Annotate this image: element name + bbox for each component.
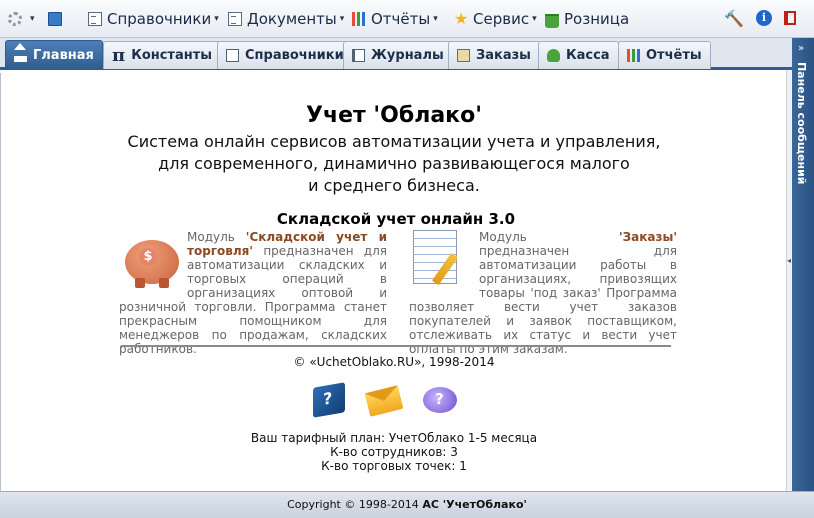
basket-icon	[545, 13, 559, 28]
message-panel[interactable]: » Панель сообщений	[792, 38, 814, 491]
module-prefix: Модуль	[479, 230, 619, 244]
menu-service-label: Сервис	[473, 10, 530, 28]
info-icon[interactable]: i	[756, 10, 772, 26]
tariff-plan: Ваш тарифный план: УчетОблако 1-5 месяца	[250, 431, 538, 445]
site-copyright: © «UchetOblako.RU», 1998-2014	[293, 355, 495, 369]
expand-icon[interactable]: »	[798, 43, 804, 54]
document-icon	[88, 12, 102, 26]
menu-bar: ▾ Справочники ▾ Документы ▾ Отчёты ▾ ★ С…	[0, 0, 814, 38]
gear-icon	[8, 12, 22, 26]
menu-service[interactable]: ★ Сервис ▾	[454, 8, 537, 30]
divider	[121, 345, 671, 347]
box-icon	[457, 49, 470, 62]
money-icon	[547, 49, 560, 62]
tab-label: Касса	[566, 48, 610, 63]
piggy-bank-icon: $	[121, 232, 181, 290]
home-icon	[14, 42, 27, 62]
module-heading: Складской учет онлайн 3.0	[276, 210, 516, 228]
document-icon	[226, 49, 239, 62]
chart-icon	[352, 12, 366, 26]
monitor-icon	[48, 12, 62, 26]
book-icon	[352, 49, 365, 62]
menu-references-label: Справочники	[107, 10, 212, 28]
menu-retail[interactable]: Розница	[545, 8, 629, 30]
tab-label: Журналы	[371, 48, 444, 63]
spreadsheet-pencil-icon	[411, 230, 471, 288]
page-subtitle: Система онлайн сервисов автоматизации уч…	[121, 131, 667, 197]
chevron-down-icon: ▾	[433, 14, 438, 24]
trade-points-count: К-во торговых точек: 1	[321, 459, 467, 473]
module-prefix: Модуль	[187, 230, 246, 244]
module-name: 'Заказы'	[618, 230, 677, 244]
tab-orders[interactable]: Заказы	[448, 41, 540, 69]
hammer-icon[interactable]: 🔨	[724, 9, 744, 28]
tab-label: Отчёты	[646, 48, 702, 63]
document-icon	[228, 12, 242, 26]
tab-label: Заказы	[476, 48, 531, 63]
monitor-button[interactable]	[48, 8, 67, 30]
tab-label: Главная	[33, 47, 94, 63]
question-bubble-icon[interactable]	[423, 387, 457, 413]
chart-icon	[627, 49, 640, 62]
chevron-down-icon: ▾	[339, 14, 345, 24]
footer-brand: АС 'УчетОблако'	[422, 498, 527, 511]
page-title: Учет 'Облако'	[306, 103, 482, 128]
chevron-down-icon: ▾	[532, 14, 537, 24]
warehouse-module-description: $ Модуль 'Складской учет и торговля' пре…	[119, 230, 387, 356]
menu-reports[interactable]: Отчёты ▾	[352, 8, 438, 30]
menu-documents[interactable]: Документы ▾	[228, 8, 344, 30]
chevron-left-icon[interactable]: ◂	[787, 256, 791, 265]
tab-reports[interactable]: Отчёты	[618, 41, 711, 69]
subtitle-line: Система онлайн сервисов автоматизации уч…	[127, 132, 661, 151]
tab-journals[interactable]: Журналы	[343, 41, 453, 69]
mail-icon[interactable]	[364, 385, 404, 417]
tab-references[interactable]: Справочники	[217, 41, 353, 69]
dollar-icon: $	[139, 248, 157, 266]
employees-count: К-во сотрудников: 3	[330, 445, 458, 459]
footer: Copyright © 1998-2014 АС 'УчетОблако'	[0, 491, 814, 518]
help-book-icon[interactable]	[313, 382, 345, 418]
menu-reports-label: Отчёты	[371, 10, 431, 28]
tab-bar: Главная π Константы Справочники Журналы …	[0, 38, 792, 70]
chevron-down-icon: ▾	[214, 14, 219, 24]
subtitle-line: для современного, динамично развивающего…	[158, 154, 630, 173]
message-panel-label: Панель сообщений	[795, 62, 808, 185]
pi-icon: π	[112, 45, 126, 66]
tab-home[interactable]: Главная	[5, 40, 103, 69]
exit-icon[interactable]	[784, 11, 796, 25]
menu-documents-label: Документы	[247, 10, 337, 28]
tab-cash[interactable]: Касса	[538, 41, 619, 69]
orders-module-description: Модуль 'Заказы' предназначен для автомат…	[409, 230, 677, 356]
panel-splitter[interactable]: ◂	[786, 70, 792, 491]
chevron-down-icon: ▾	[30, 14, 35, 24]
menu-references[interactable]: Справочники ▾	[88, 8, 219, 30]
main-content: Учет 'Облако' Система онлайн сервисов ав…	[0, 73, 786, 491]
tab-constants[interactable]: π Константы	[103, 41, 222, 69]
star-icon: ★	[454, 9, 469, 28]
tab-label: Справочники	[245, 48, 344, 63]
subtitle-line: и среднего бизнеса.	[308, 176, 480, 195]
settings-menu[interactable]: ▾	[8, 8, 35, 30]
footer-copyright: Copyright © 1998-2014	[287, 498, 423, 511]
menu-retail-label: Розница	[564, 10, 630, 28]
tab-label: Константы	[131, 48, 213, 63]
